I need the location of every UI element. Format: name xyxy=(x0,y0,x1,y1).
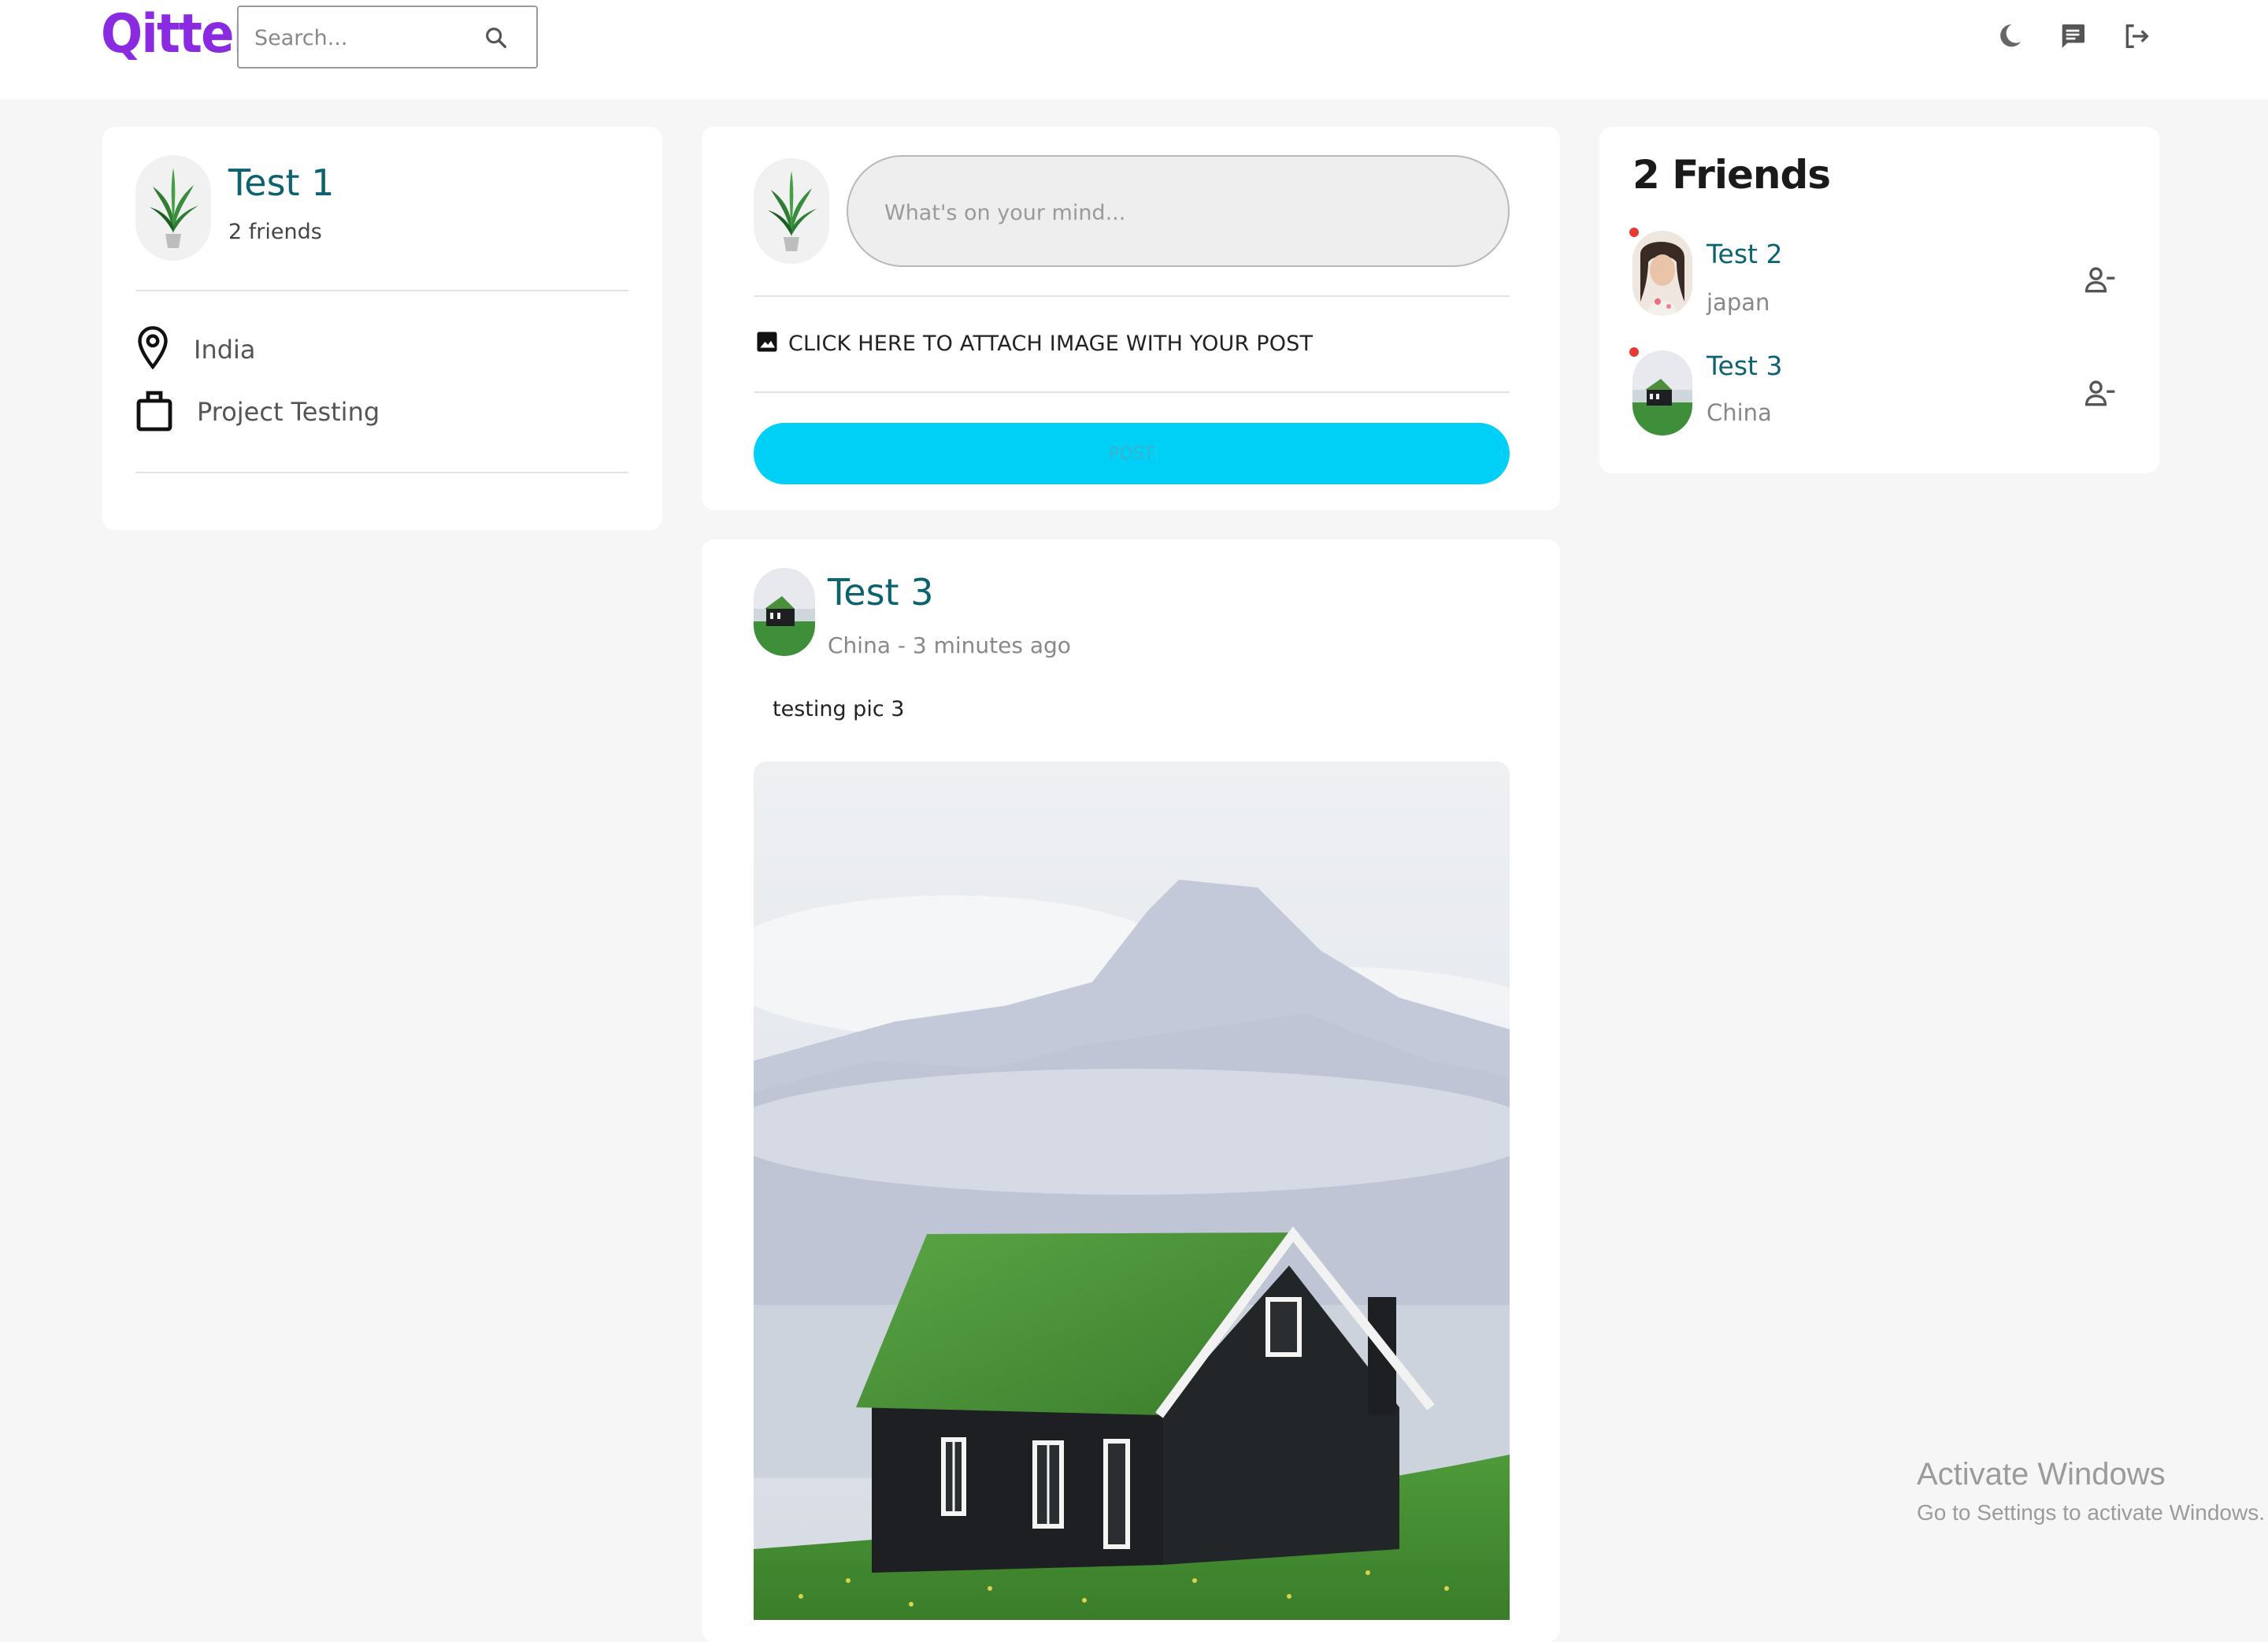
friend-name[interactable]: Test 2 xyxy=(1707,239,1782,269)
friend-avatar[interactable] xyxy=(1632,350,1692,436)
remove-friend-icon[interactable] xyxy=(2083,376,2118,410)
attach-image-label[interactable]: CLICK HERE TO ATTACH IMAGE WITH YOUR POS… xyxy=(788,332,1313,356)
profile-avatar[interactable] xyxy=(135,155,211,261)
app-logo[interactable]: Qitter xyxy=(101,3,258,65)
online-indicator xyxy=(1629,347,1639,357)
online-indicator xyxy=(1629,228,1639,237)
chat-icon[interactable] xyxy=(2057,20,2088,52)
post-input-wrapper[interactable] xyxy=(847,155,1510,267)
search-icon[interactable] xyxy=(483,24,510,51)
location-pin-icon xyxy=(135,324,170,376)
composer-avatar xyxy=(754,158,829,264)
attach-image-button[interactable]: CLICK HERE TO ATTACH IMAGE WITH YOUR POS… xyxy=(755,330,1313,357)
profile-divider-bottom xyxy=(135,472,628,473)
post-card: Test 3 China - 3 minutes ago testing pic… xyxy=(702,539,1560,1642)
top-navbar: Qitter xyxy=(0,0,2268,99)
watermark-title: Activate Windows xyxy=(1917,1457,2166,1492)
watermark-subtitle: Go to Settings to activate Windows. xyxy=(1917,1500,2265,1525)
image-icon xyxy=(755,330,779,357)
search-box[interactable] xyxy=(237,6,538,69)
profile-friends-count: 2 friends xyxy=(228,220,322,244)
profile-card: Test 1 2 friends India Project Testing xyxy=(102,127,662,530)
profile-divider xyxy=(135,290,628,291)
location-row: India xyxy=(135,324,256,376)
post-author-avatar[interactable] xyxy=(754,568,815,656)
search-input[interactable] xyxy=(253,21,476,54)
friend-location: China xyxy=(1707,399,1772,426)
friend-avatar[interactable] xyxy=(1632,231,1692,316)
friend-item[interactable]: Test 2 japan xyxy=(1599,223,2159,333)
profile-name[interactable]: Test 1 xyxy=(228,161,334,204)
remove-friend-icon[interactable] xyxy=(2083,262,2118,297)
logout-icon[interactable] xyxy=(2121,20,2152,52)
moon-icon[interactable] xyxy=(1993,20,2025,52)
post-text: testing pic 3 xyxy=(773,697,905,721)
post-image[interactable] xyxy=(754,762,1510,1620)
windows-activation-watermark: Activate Windows Go to Settings to activ… xyxy=(1917,1457,2265,1525)
post-composer-card: CLICK HERE TO ATTACH IMAGE WITH YOUR POS… xyxy=(702,127,1560,510)
occupation-row: Project Testing xyxy=(135,387,380,437)
composer-divider xyxy=(754,295,1510,297)
composer-divider-2 xyxy=(754,391,1510,393)
friend-location: japan xyxy=(1707,289,1770,316)
post-button[interactable]: POST xyxy=(754,423,1510,484)
briefcase-icon xyxy=(135,387,173,437)
location-text: India xyxy=(194,335,256,365)
occupation-text: Project Testing xyxy=(197,397,380,427)
friends-card: 2 Friends Test 2 japan Test 3 China xyxy=(1599,127,2159,473)
post-author-name[interactable]: Test 3 xyxy=(828,571,933,613)
friend-item[interactable]: Test 3 China xyxy=(1599,343,2159,453)
post-meta: China - 3 minutes ago xyxy=(828,632,1071,658)
friend-name[interactable]: Test 3 xyxy=(1707,350,1782,381)
post-input[interactable] xyxy=(883,195,1469,231)
friends-title: 2 Friends xyxy=(1632,152,1831,198)
